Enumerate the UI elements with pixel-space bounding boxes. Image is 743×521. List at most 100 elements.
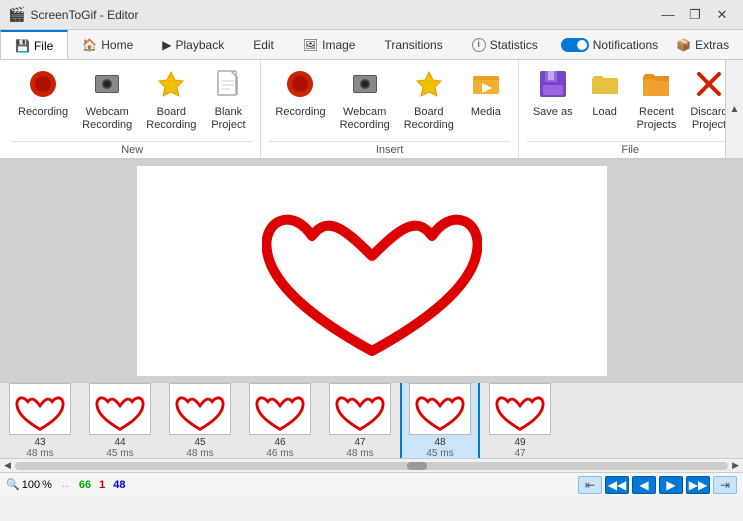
blank-project-button[interactable]: BlankProject (204, 64, 252, 136)
ribbon-collapse-button[interactable]: ▲ (725, 60, 743, 158)
insert-recording-icon (284, 68, 316, 104)
scroll-left-button[interactable]: ◀ (2, 460, 13, 471)
menubar: 💾 File 🏠 Home ▶ Playback Edit 🖼 Image Tr… (0, 30, 743, 60)
webcam-recording-button[interactable]: WebcamRecording (76, 64, 138, 136)
file-group-label: File (527, 141, 734, 158)
insert-group-label: Insert (269, 141, 509, 158)
scroll-right-button[interactable]: ▶ (730, 460, 741, 471)
statistics-tab-icon: i (472, 38, 486, 52)
film-frame-45[interactable]: 45 48 ms (160, 383, 240, 458)
save-as-button[interactable]: Save as (527, 64, 579, 123)
board-icon (155, 68, 187, 104)
edit-tab-label: Edit (253, 38, 274, 52)
media-button[interactable]: Media (462, 64, 510, 123)
nav-next-fast-button[interactable]: ▶▶ (686, 476, 710, 494)
insert-board-icon (413, 68, 445, 104)
extras-icon: 📦 (676, 38, 691, 52)
transitions-tab-label: Transitions (384, 38, 442, 52)
frame-thumb (89, 383, 151, 435)
scrollbar-track[interactable] (15, 462, 728, 470)
titlebar-controls: — ❐ ✕ (655, 5, 735, 25)
canvas-content (137, 166, 607, 376)
ribbon-file-items: Save as Load RecentProjects DiscardProje… (527, 64, 734, 141)
nav-last-button[interactable]: ⇥ (713, 476, 737, 494)
minimize-button[interactable]: — (655, 5, 681, 25)
insert-board-button[interactable]: BoardRecording (398, 64, 460, 136)
recording-label: Recording (18, 106, 68, 119)
insert-recording-button[interactable]: Recording (269, 64, 331, 123)
tab-file[interactable]: 💾 File (0, 30, 68, 59)
tab-edit[interactable]: Edit (239, 30, 289, 59)
extras-menu[interactable]: 📦 Extras (668, 36, 737, 54)
zoom-value: 100 (22, 479, 40, 491)
insert-board-label: BoardRecording (404, 106, 454, 132)
zoom-control: 🔍 100 % (6, 478, 52, 491)
frame-thumb (9, 383, 71, 435)
maximize-button[interactable]: ❐ (682, 5, 708, 25)
film-frame-46[interactable]: 46 46 ms (240, 383, 320, 458)
scrollbar-thumb[interactable] (407, 462, 427, 470)
load-label: Load (592, 106, 616, 119)
recording-button[interactable]: Recording (12, 64, 74, 123)
load-button[interactable]: Load (581, 64, 629, 123)
image-tab-icon: 🖼 (303, 38, 318, 52)
mini-heart-svg (255, 387, 305, 431)
nav-prev-fast-button[interactable]: ◀◀ (605, 476, 629, 494)
nav-prev-button[interactable]: ◀ (632, 476, 656, 494)
mini-heart-svg (95, 387, 145, 431)
image-tab-label: Image (322, 38, 355, 52)
frame-ms: 45 ms (426, 448, 453, 459)
frame-ms: 45 ms (106, 448, 133, 459)
tab-image[interactable]: 🖼 Image (289, 30, 371, 59)
frame-ms: 48 ms (186, 448, 213, 459)
film-frame-48-selected[interactable]: 48 45 ms (400, 383, 480, 458)
frame-thumb (169, 383, 231, 435)
discard-icon (693, 68, 725, 104)
film-frame-47[interactable]: 47 48 ms (320, 383, 400, 458)
insert-recording-label: Recording (275, 106, 325, 119)
frame-number: 48 (434, 437, 445, 448)
tab-playback[interactable]: ▶ Playback (148, 30, 239, 59)
close-button[interactable]: ✕ (709, 5, 735, 25)
tab-transitions[interactable]: Transitions (370, 30, 457, 59)
frame-thumb (489, 383, 551, 435)
frame-number: 46 (274, 437, 285, 448)
heart-drawing (262, 176, 482, 366)
recent-projects-button[interactable]: RecentProjects (631, 64, 683, 136)
tab-home[interactable]: 🏠 Home (68, 30, 148, 59)
frame-ms: 47 (514, 448, 525, 459)
blank-project-label: BlankProject (211, 106, 245, 132)
ribbon-insert-items: Recording WebcamRecording BoardRecording… (269, 64, 509, 141)
canvas-area (0, 160, 743, 382)
frame-ms: 48 ms (26, 448, 53, 459)
status-separator: ↔ (60, 479, 71, 491)
film-frame-43[interactable]: 43 48 ms (0, 383, 80, 458)
filmstrip-scroll[interactable]: 43 48 ms 44 45 ms 45 48 ms (0, 383, 743, 458)
webcam-recording-label: WebcamRecording (82, 106, 132, 132)
nav-buttons: ⇤ ◀◀ ◀ ▶ ▶▶ ⇥ (578, 476, 737, 494)
frame-number: 49 (514, 437, 525, 448)
notifications-toggle[interactable]: Notifications (553, 36, 666, 54)
board-recording-button[interactable]: BoardRecording (140, 64, 202, 136)
media-icon (470, 68, 502, 104)
new-group-label: New (12, 141, 252, 158)
film-frame-44[interactable]: 44 45 ms (80, 383, 160, 458)
toggle-switch[interactable] (561, 38, 589, 52)
ribbon-group-file: Save as Load RecentProjects DiscardProje… (519, 60, 742, 158)
frame-thumb (329, 383, 391, 435)
frame-number: 43 (34, 437, 45, 448)
insert-webcam-button[interactable]: WebcamRecording (334, 64, 396, 136)
webcam-icon (91, 68, 123, 104)
recent-projects-icon (640, 68, 672, 104)
mini-heart-svg (335, 387, 385, 431)
film-frame-49[interactable]: 49 47 (480, 383, 560, 458)
frame-number: 44 (114, 437, 125, 448)
nav-first-button[interactable]: ⇤ (578, 476, 602, 494)
frame-ms: 48 ms (346, 448, 373, 459)
playback-tab-icon: ▶ (162, 38, 171, 52)
nav-next-button[interactable]: ▶ (659, 476, 683, 494)
ribbon-group-insert: Recording WebcamRecording BoardRecording… (261, 60, 518, 158)
titlebar-title: ScreenToGif - Editor (30, 8, 138, 22)
tab-statistics[interactable]: i Statistics (458, 30, 553, 59)
file-tab-icon: 💾 (15, 39, 30, 53)
